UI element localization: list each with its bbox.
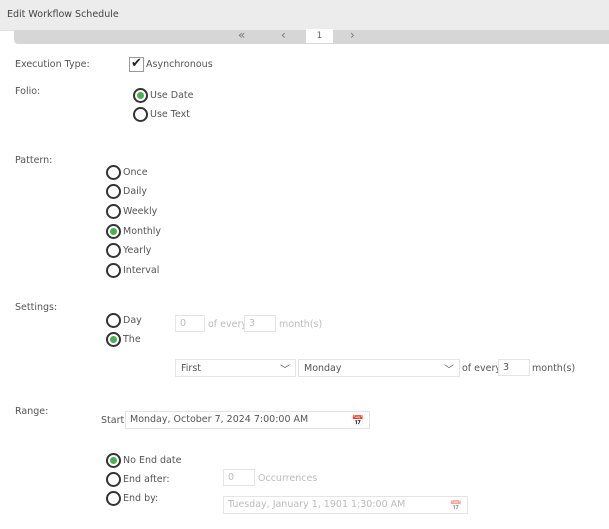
pattern-once-radio[interactable] xyxy=(106,165,121,180)
of-every-label: of every xyxy=(208,319,248,330)
occurrences-input[interactable]: 0 xyxy=(223,469,255,486)
months-label: month(s) xyxy=(279,319,323,330)
folio-label: Folio: xyxy=(15,86,41,97)
calendar-clock-icon[interactable]: 📅 xyxy=(352,414,364,430)
execution-type-label: Execution Type: xyxy=(15,59,90,70)
pattern-monthly-label: Monthly xyxy=(123,226,162,237)
chevron-down-icon: ﹀ xyxy=(280,365,290,376)
window-title: Edit Workflow Schedule xyxy=(7,9,119,20)
chevron-down-icon: ﹀ xyxy=(444,365,454,376)
weekday-value: Monday xyxy=(304,363,342,374)
settings-the-label: The xyxy=(123,334,141,345)
end-after-label: End after: xyxy=(123,474,170,485)
pattern-label: Pattern: xyxy=(15,155,53,166)
pattern-interval-radio[interactable] xyxy=(106,263,121,278)
use-date-label: Use Date xyxy=(150,90,194,101)
day-number-input[interactable]: 0 xyxy=(175,315,205,332)
weekday-select[interactable]: Monday ﹀ xyxy=(298,359,460,377)
title-bar: Edit Workflow Schedule xyxy=(0,0,609,31)
end-by-label: End by: xyxy=(123,493,159,504)
pattern-daily-label: Daily xyxy=(123,186,148,197)
settings-label: Settings: xyxy=(15,302,58,313)
start-date-value: Monday, October 7, 2024 7:00:00 AM xyxy=(130,414,309,425)
ordinal-select[interactable]: First ﹀ xyxy=(175,359,296,377)
of-every-label: of every xyxy=(462,363,502,374)
end-by-date-input[interactable]: Tuesday, January 1, 1901 1:30:00 AM 📅 xyxy=(223,496,468,514)
use-text-label: Use Text xyxy=(150,109,190,120)
start-date-input[interactable]: Monday, October 7, 2024 7:00:00 AM 📅 xyxy=(125,411,370,429)
end-after-radio[interactable] xyxy=(106,472,121,487)
use-text-radio[interactable] xyxy=(133,107,148,122)
settings-day-radio[interactable] xyxy=(106,313,121,328)
settings-day-label: Day xyxy=(123,315,142,326)
pager: « ‹ 1 › xyxy=(14,28,609,44)
first-page-button[interactable]: « xyxy=(238,28,245,42)
months-label: month(s) xyxy=(532,363,576,374)
day-months-input[interactable]: 3 xyxy=(244,315,276,332)
prev-page-button[interactable]: ‹ xyxy=(281,28,286,42)
occurrences-label: Occurrences xyxy=(258,473,318,484)
no-end-date-label: No End date xyxy=(123,455,182,466)
pattern-daily-radio[interactable] xyxy=(106,184,121,199)
range-label: Range: xyxy=(15,406,49,417)
pattern-once-label: Once xyxy=(123,167,148,178)
pattern-monthly-radio[interactable] xyxy=(106,224,121,239)
pattern-weekly-radio[interactable] xyxy=(106,204,121,219)
pattern-yearly-label: Yearly xyxy=(123,245,152,256)
asynchronous-label: Asynchronous xyxy=(146,59,213,70)
end-by-date-value: Tuesday, January 1, 1901 1:30:00 AM xyxy=(228,499,406,510)
pattern-yearly-radio[interactable] xyxy=(106,243,121,258)
the-months-input[interactable]: 3 xyxy=(498,359,530,376)
page-number-input[interactable]: 1 xyxy=(306,29,333,43)
next-page-button[interactable]: › xyxy=(350,28,355,42)
calendar-clock-icon[interactable]: 📅 xyxy=(450,499,462,515)
start-label: Start: xyxy=(101,415,128,426)
ordinal-value: First xyxy=(181,363,201,374)
end-by-radio[interactable] xyxy=(106,491,121,506)
settings-the-radio[interactable] xyxy=(106,332,121,347)
pattern-weekly-label: Weekly xyxy=(123,206,158,217)
use-date-radio[interactable] xyxy=(133,88,148,103)
no-end-date-radio[interactable] xyxy=(106,453,121,468)
asynchronous-checkbox[interactable]: ✔ xyxy=(129,57,144,72)
pattern-interval-label: Interval xyxy=(123,265,160,276)
